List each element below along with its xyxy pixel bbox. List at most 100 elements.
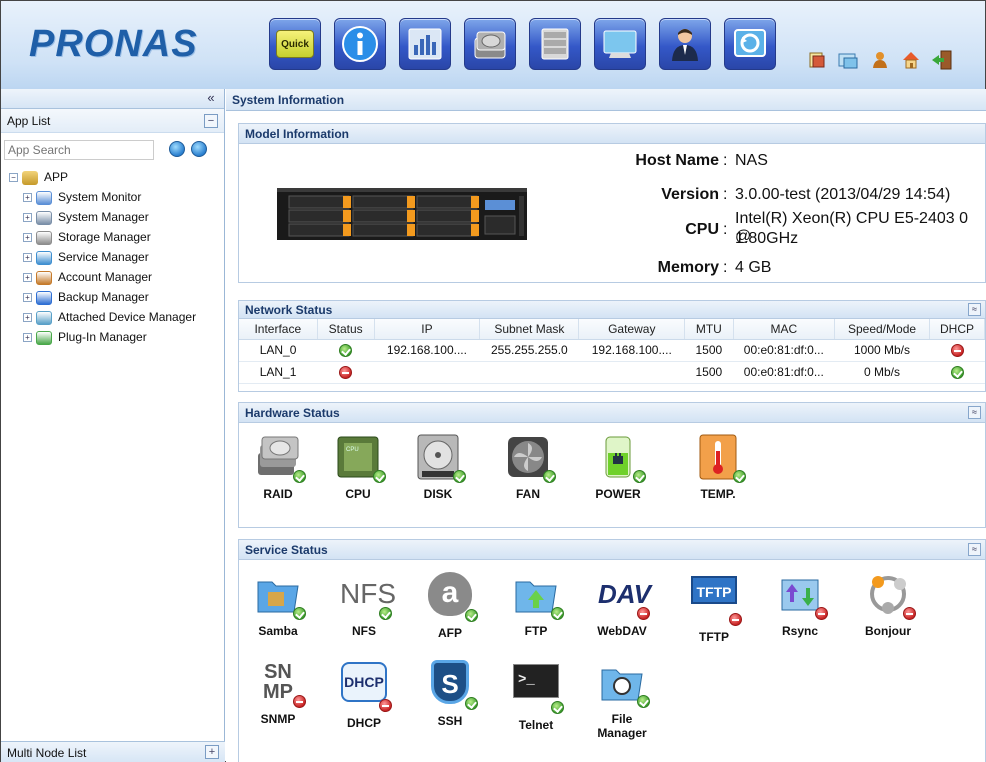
service-dhcp[interactable]: DHCP DHCP — [329, 658, 399, 730]
rsync-icon — [776, 570, 828, 620]
service-webdav[interactable]: DAV WebDAV — [587, 570, 657, 638]
home-icon[interactable] — [900, 49, 922, 71]
tree-item-label: Account Manager — [58, 270, 153, 284]
app-list-label: App List — [7, 114, 51, 128]
service-rsync[interactable]: Rsync — [765, 570, 835, 638]
service-ssh[interactable]: S SSH — [415, 658, 485, 728]
table-row[interactable]: LAN_1 1500 00:e0:81:df:0... 0 Mb/s — [239, 361, 985, 384]
table-row[interactable]: LAN_0 192.168.100.... 255.255.255.0 192.168… — [239, 339, 985, 362]
app-search-input[interactable] — [4, 140, 154, 160]
service-bonjour[interactable]: Bonjour — [853, 570, 923, 638]
service-button[interactable] — [529, 18, 581, 70]
tree-item-service-manager[interactable]: + Service Manager — [9, 247, 223, 267]
column-header[interactable]: MTU — [684, 319, 734, 340]
language-icon[interactable] — [806, 49, 828, 71]
service-file-manager[interactable]: File Manager — [587, 658, 657, 740]
collapse-node-icon[interactable]: − — [9, 173, 18, 183]
multi-node-add-button[interactable]: + — [205, 745, 219, 759]
service-telnet[interactable]: >_ Telnet — [501, 658, 571, 732]
status-off-icon — [729, 613, 742, 626]
service-ftp[interactable]: FTP — [501, 570, 571, 638]
expand-node-icon[interactable]: + — [23, 193, 32, 203]
column-header[interactable]: Speed/Mode — [834, 319, 931, 340]
tree-item-storage-manager[interactable]: + Storage Manager — [9, 227, 223, 247]
service-nfs[interactable]: NFS NFS — [329, 570, 399, 638]
logout-icon[interactable] — [931, 49, 953, 71]
status-ok-icon — [293, 470, 306, 483]
service-tftp[interactable]: TFTP TFTP — [679, 570, 749, 644]
expand-node-icon[interactable]: + — [23, 253, 32, 263]
user-icon[interactable] — [869, 49, 891, 71]
service-snmp[interactable]: SN MP SNMP — [243, 658, 313, 726]
hardware-fan[interactable]: FAN — [493, 433, 563, 501]
expand-node-icon[interactable]: + — [23, 313, 32, 323]
cell-speed: 1000 Mb/s — [834, 339, 930, 362]
network-collapse-button[interactable]: ≈ — [968, 303, 981, 316]
hardware-power[interactable]: POWER — [583, 433, 653, 501]
snmp-icon: SN MP — [254, 658, 306, 708]
service-label: Samba — [258, 624, 298, 638]
app-list-collapse-button[interactable]: − — [204, 114, 218, 128]
expand-node-icon[interactable]: + — [23, 273, 32, 283]
hardware-label: RAID — [263, 487, 293, 501]
service-collapse-button[interactable]: ≈ — [968, 543, 981, 556]
storage-button[interactable] — [464, 18, 516, 70]
tree-root[interactable]: − APP — [9, 167, 223, 187]
hardware-temp[interactable]: TEMP. — [683, 433, 753, 501]
expand-node-icon[interactable]: + — [23, 333, 32, 343]
status-ok-icon — [551, 701, 564, 714]
user-account-icon — [672, 29, 698, 61]
plug-in-manager-icon — [36, 330, 52, 345]
expand-node-icon[interactable]: + — [23, 233, 32, 243]
service-label: SNMP — [260, 712, 296, 726]
info-button[interactable] — [334, 18, 386, 70]
tree-item-system-manager[interactable]: + System Manager — [9, 207, 223, 227]
backup-restore-icon — [734, 29, 766, 57]
expand-node-icon[interactable]: + — [23, 213, 32, 223]
collapse-left-button[interactable]: « — [204, 91, 218, 106]
expand-node-icon[interactable]: + — [23, 293, 32, 303]
hardware-label: TEMP. — [700, 487, 736, 501]
column-header[interactable]: Subnet Mask — [479, 319, 580, 340]
hardware-disk[interactable]: DISK — [403, 433, 473, 501]
column-header[interactable]: Interface — [239, 319, 318, 340]
column-header[interactable]: MAC — [733, 319, 836, 340]
system-information-bar: System Information — [226, 89, 986, 111]
quick-wizard-button[interactable]: Quick — [269, 18, 321, 70]
service-status-header: Service Status ≈ — [239, 540, 985, 560]
system-monitor-button[interactable] — [399, 18, 451, 70]
attached-device-button[interactable] — [594, 18, 646, 70]
status-ok-icon — [453, 470, 466, 483]
tree-item-account-manager[interactable]: + Account Manager — [9, 267, 223, 287]
tree-item-system-monitor[interactable]: + System Monitor — [9, 187, 223, 207]
service-label: SSH — [437, 714, 463, 728]
memory-value: 4 GB — [735, 259, 772, 276]
service-afp[interactable]: a AFP — [415, 570, 485, 640]
bonjour-icon — [864, 570, 916, 620]
search-go-icon[interactable] — [169, 141, 185, 157]
main-content: System Information Model Information Hos… — [226, 89, 986, 762]
hardware-cpu[interactable]: CPU CPU — [323, 433, 393, 501]
status-off-icon — [379, 699, 392, 712]
cell-gw: 192.168.100.... — [578, 339, 685, 362]
column-header[interactable]: DHCP — [929, 319, 985, 340]
cell-mtu: 1500 — [684, 361, 734, 384]
account-button[interactable] — [659, 18, 711, 70]
left-collapse-bar: « — [1, 89, 224, 109]
app-list-header: App List − — [1, 109, 224, 133]
column-header[interactable]: Gateway — [578, 319, 686, 340]
hardware-collapse-button[interactable]: ≈ — [968, 406, 981, 419]
host-name-value: NAS — [735, 152, 768, 169]
info-icon — [342, 26, 378, 62]
status-off-icon — [339, 366, 353, 380]
hardware-raid[interactable]: RAID — [243, 433, 313, 501]
tree-item-attached-device-manager[interactable]: + Attached Device Manager — [9, 307, 223, 327]
tree-item-backup-manager[interactable]: + Backup Manager — [9, 287, 223, 307]
backup-button[interactable] — [724, 18, 776, 70]
column-header[interactable]: Status — [317, 319, 375, 340]
file-browser-icon[interactable] — [837, 49, 859, 71]
service-samba[interactable]: Samba — [243, 570, 313, 638]
tree-item-plug-in-manager[interactable]: + Plug-In Manager — [9, 327, 223, 347]
search-reset-icon[interactable] — [191, 141, 207, 157]
column-header[interactable]: IP — [374, 319, 481, 340]
